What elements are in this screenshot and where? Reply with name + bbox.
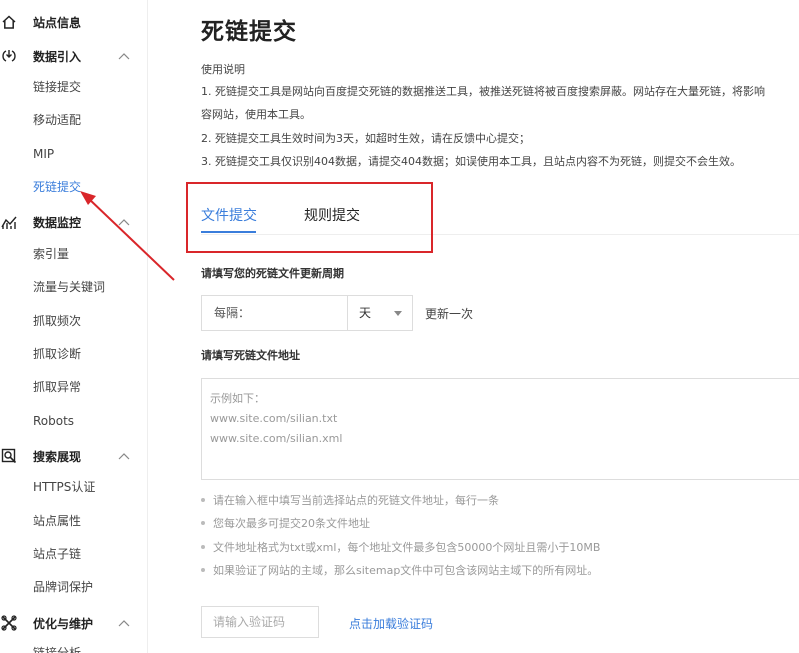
sidebar-item-crawl-errors[interactable]: 抓取异常 (33, 377, 81, 397)
period-prefix: 每隔： (202, 296, 348, 330)
tip-item: 请在输入框中填写当前选择站点的死链文件地址，每行一条 (201, 492, 499, 508)
page-title: 死链提交 (201, 19, 297, 45)
tip-item: 您每次最多可提交20条文件地址 (201, 515, 370, 531)
bullet-icon (201, 568, 205, 572)
usage-line: 1. 死链提交工具是网站向百度提交死链的数据推送工具，被推送死链将被百度搜索屏蔽… (201, 85, 765, 98)
sidebar-group-search-display[interactable]: 搜索展现 (0, 441, 147, 471)
sidebar-group-label: 站点信息 (33, 15, 82, 30)
sidebar-item-robots[interactable]: Robots (33, 411, 74, 431)
tip-item: 文件地址格式为txt或xml，每个地址文件最多包含50000个网址且需小于10M… (201, 539, 600, 555)
annotation-highlight-box (186, 182, 433, 253)
bullet-icon (201, 498, 205, 502)
sidebar-group-label: 数据引入 (33, 49, 82, 64)
captcha-input[interactable]: 请输入验证码 (201, 606, 319, 638)
sidebar-group-label: 搜索展现 (33, 449, 82, 464)
tip-text: 如果验证了网站的主域，那么sitemap文件中可包含该网站主域下的所有网址。 (213, 564, 599, 577)
sidebar-item-mip[interactable]: MIP (33, 144, 54, 164)
chevron-up-icon[interactable] (117, 215, 131, 229)
sidebar-item-dead-link-submit[interactable]: 死链提交 (33, 177, 81, 197)
sidebar-item-site-attributes[interactable]: 站点属性 (33, 511, 81, 531)
import-icon (1, 48, 17, 64)
tip-text: 文件地址格式为txt或xml，每个地址文件最多包含50000个网址且需小于10M… (213, 541, 601, 554)
sidebar-item-site-sublinks[interactable]: 站点子链 (33, 544, 81, 564)
tip-text: 请在输入框中填写当前选择站点的死链文件地址，每行一条 (213, 494, 499, 507)
tools-icon (1, 615, 17, 631)
sidebar-group-label: 优化与维护 (33, 616, 94, 631)
bullet-icon (201, 545, 205, 549)
sidebar-item-crawl-diagnosis[interactable]: 抓取诊断 (33, 344, 81, 364)
sidebar-item-mobile-adapt[interactable]: 移动适配 (33, 110, 81, 130)
sidebar-group-data-monitor[interactable]: 数据监控 (0, 207, 147, 237)
period-control: 每隔： 天 (201, 295, 413, 331)
usage-line: 3. 死链提交工具仅识别404数据，请提交404数据；如误使用本工具，且站点内容… (201, 155, 741, 168)
home-icon (1, 14, 17, 30)
sidebar-item-index-volume[interactable]: 索引量 (33, 244, 69, 264)
placeholder-line: 示例如下： (210, 392, 265, 405)
period-unit-select[interactable]: 天 (348, 296, 412, 330)
sidebar-item-brand-protection[interactable]: 品牌词保护 (33, 577, 93, 597)
period-label: 请填写您的死链文件更新周期 (201, 267, 344, 280)
load-captcha-link[interactable]: 点击加载验证码 (349, 615, 433, 632)
tip-item: 如果验证了网站的主域，那么sitemap文件中可包含该网站主域下的所有网址。 (201, 562, 598, 578)
tip-text: 您每次最多可提交20条文件地址 (213, 517, 370, 530)
sidebar-item-https-auth[interactable]: HTTPS认证 (33, 477, 95, 497)
caret-down-icon (394, 311, 402, 316)
chart-icon (1, 214, 17, 230)
search-display-icon (1, 448, 17, 464)
chevron-up-icon[interactable] (117, 616, 131, 630)
sidebar-group-label: 数据监控 (33, 215, 82, 230)
dead-link-url-textarea[interactable]: 示例如下： www.site.com/silian.txt www.site.c… (201, 378, 799, 480)
placeholder-line: www.site.com/silian.xml (210, 432, 343, 445)
bullet-icon (201, 521, 205, 525)
sidebar-item-traffic-keywords[interactable]: 流量与关键词 (33, 277, 105, 297)
chevron-up-icon[interactable] (117, 49, 131, 63)
chevron-up-icon[interactable] (117, 449, 131, 463)
sidebar-item-link-analysis[interactable]: 链接分析 (33, 643, 81, 653)
period-suffix: 更新一次 (425, 307, 474, 321)
placeholder-line: www.site.com/silian.txt (210, 412, 338, 425)
sidebar: 站点信息 数据引入 链接提交 移动适配 MIP 死链提交 数据监控 索引量 流量… (0, 0, 148, 653)
usage-line: 2. 死链提交工具生效时间为3天，如超时生效，请在反馈中心提交； (201, 132, 530, 145)
usage-title: 使用说明 (201, 63, 245, 76)
sidebar-group-optimize[interactable]: 优化与维护 (0, 608, 147, 638)
sidebar-group-data-import[interactable]: 数据引入 (0, 41, 147, 71)
sidebar-item-link-submit[interactable]: 链接提交 (33, 77, 81, 97)
url-label: 请填写死链文件地址 (201, 349, 300, 362)
sidebar-item-crawl-frequency[interactable]: 抓取频次 (33, 311, 81, 331)
period-unit-value: 天 (359, 306, 372, 320)
sidebar-group-site-info[interactable]: 站点信息 (0, 7, 147, 37)
usage-line: 容网站，使用本工具。 (201, 108, 311, 121)
main-content: 死链提交 使用说明 1. 死链提交工具是网站向百度提交死链的数据推送工具，被推送… (149, 0, 799, 653)
